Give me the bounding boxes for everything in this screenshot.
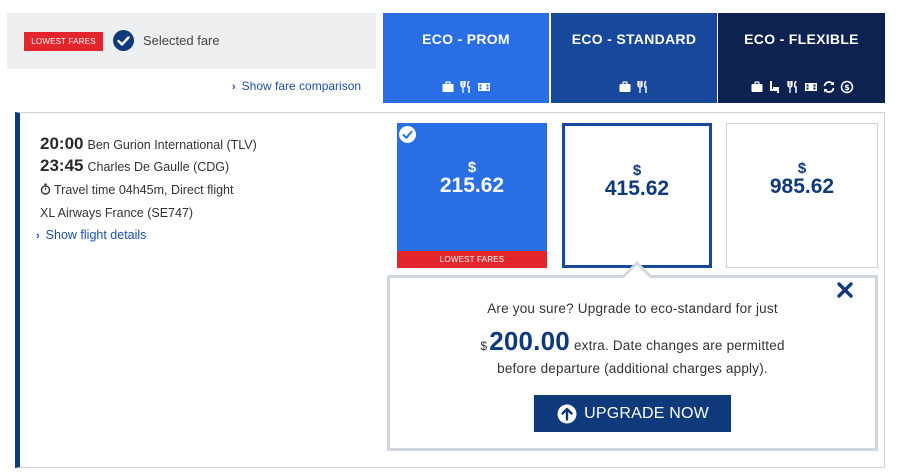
travel-time-label: Travel time 04h45m, [54,183,168,197]
selected-fare-label: Selected fare [143,33,220,48]
show-flight-details-link[interactable]: › Show flight details [36,228,146,242]
selected-check-icon [399,126,416,143]
baggage-icon [619,81,631,92]
upgrade-now-button[interactable]: UPGRADE NOW [534,395,731,432]
chevron-right-icon: › [36,230,40,242]
lowest-fares-badge: LOWEST FARES [397,251,547,268]
seat-icon [769,81,779,93]
baggage-icon [751,81,762,92]
tab-eco-flexible[interactable]: ECO - FLEXIBLE $ [718,13,885,103]
popup-message-line1: Are you sure? Upgrade to eco-standard fo… [487,301,778,316]
departure-airport: Ben Gurion International (TLV) [87,138,257,152]
popup-message-line2-text: extra. Date changes are permitted [573,338,785,353]
tab-eco-flexible-title: ECO - FLEXIBLE [744,31,859,47]
meal-icon [460,80,470,93]
travel-time-line: Travel time 04h45m, Direct flight [40,183,234,197]
airline-info: XL Airways France (SE747) [40,206,194,220]
fare-amount: 415.62 [604,177,670,200]
close-icon[interactable] [836,281,854,299]
tab-eco-prom-title: ECO - PROM [422,31,510,47]
meal-icon [637,80,647,93]
popup-message-line3: before departure (additional charges app… [497,361,768,376]
flight-type: Direct flight [170,183,234,197]
upgrade-now-label: UPGRADE NOW [584,404,709,422]
stopwatch-icon [40,183,51,195]
fare-card-eco-flexible[interactable]: $ 985.62 [726,123,878,268]
meal-icon [786,80,797,93]
show-fare-comparison-link[interactable]: › Show fare comparison [232,79,361,93]
fare-amount: 215.62 [439,174,505,197]
fare-card-eco-standard[interactable]: $ 415.62 [562,123,712,268]
fare-card-eco-prom[interactable]: $ 215.62 LOWEST FARES [397,123,547,268]
fare-currency: $ [797,160,807,177]
show-fare-comparison-label: Show fare comparison [241,79,362,93]
check-icon [113,30,134,51]
entertainment-icon [804,83,817,91]
lowest-fares-badge: LOWEST FARES [24,32,103,51]
show-flight-details-label: Show flight details [45,228,147,242]
entertainment-icon [478,83,490,91]
fare-currency: $ [632,162,642,179]
fare-legend: LOWEST FARES Selected fare [7,13,376,69]
tab-eco-prom[interactable]: ECO - PROM [383,13,549,103]
departure-line: 20:00 Ben Gurion International (TLV) [40,134,257,154]
arrival-airport: Charles De Gaulle (CDG) [87,160,230,174]
popup-upgrade-amount: 200.00 [489,326,570,356]
popup-currency: $ [480,339,488,353]
arrival-line: 23:45 Charles De Gaulle (CDG) [40,156,229,176]
fare-amount: 985.62 [769,175,835,198]
departure-time: 20:00 [40,134,84,153]
tab-eco-standard[interactable]: ECO - STANDARD [551,13,717,103]
chevron-right-icon: › [232,81,236,93]
popup-pointer-fill [624,265,650,278]
fare-currency: $ [467,159,477,176]
change-icon [823,81,834,93]
baggage-icon [442,81,454,92]
svg-text:$: $ [844,83,850,92]
arrival-time: 23:45 [40,156,84,175]
tab-eco-standard-title: ECO - STANDARD [571,31,697,47]
refund-icon: $ [840,80,853,94]
popup-message-line2: $200.00 extra. Date changes are permitted [387,326,878,357]
arrow-up-circle-icon [557,404,577,423]
